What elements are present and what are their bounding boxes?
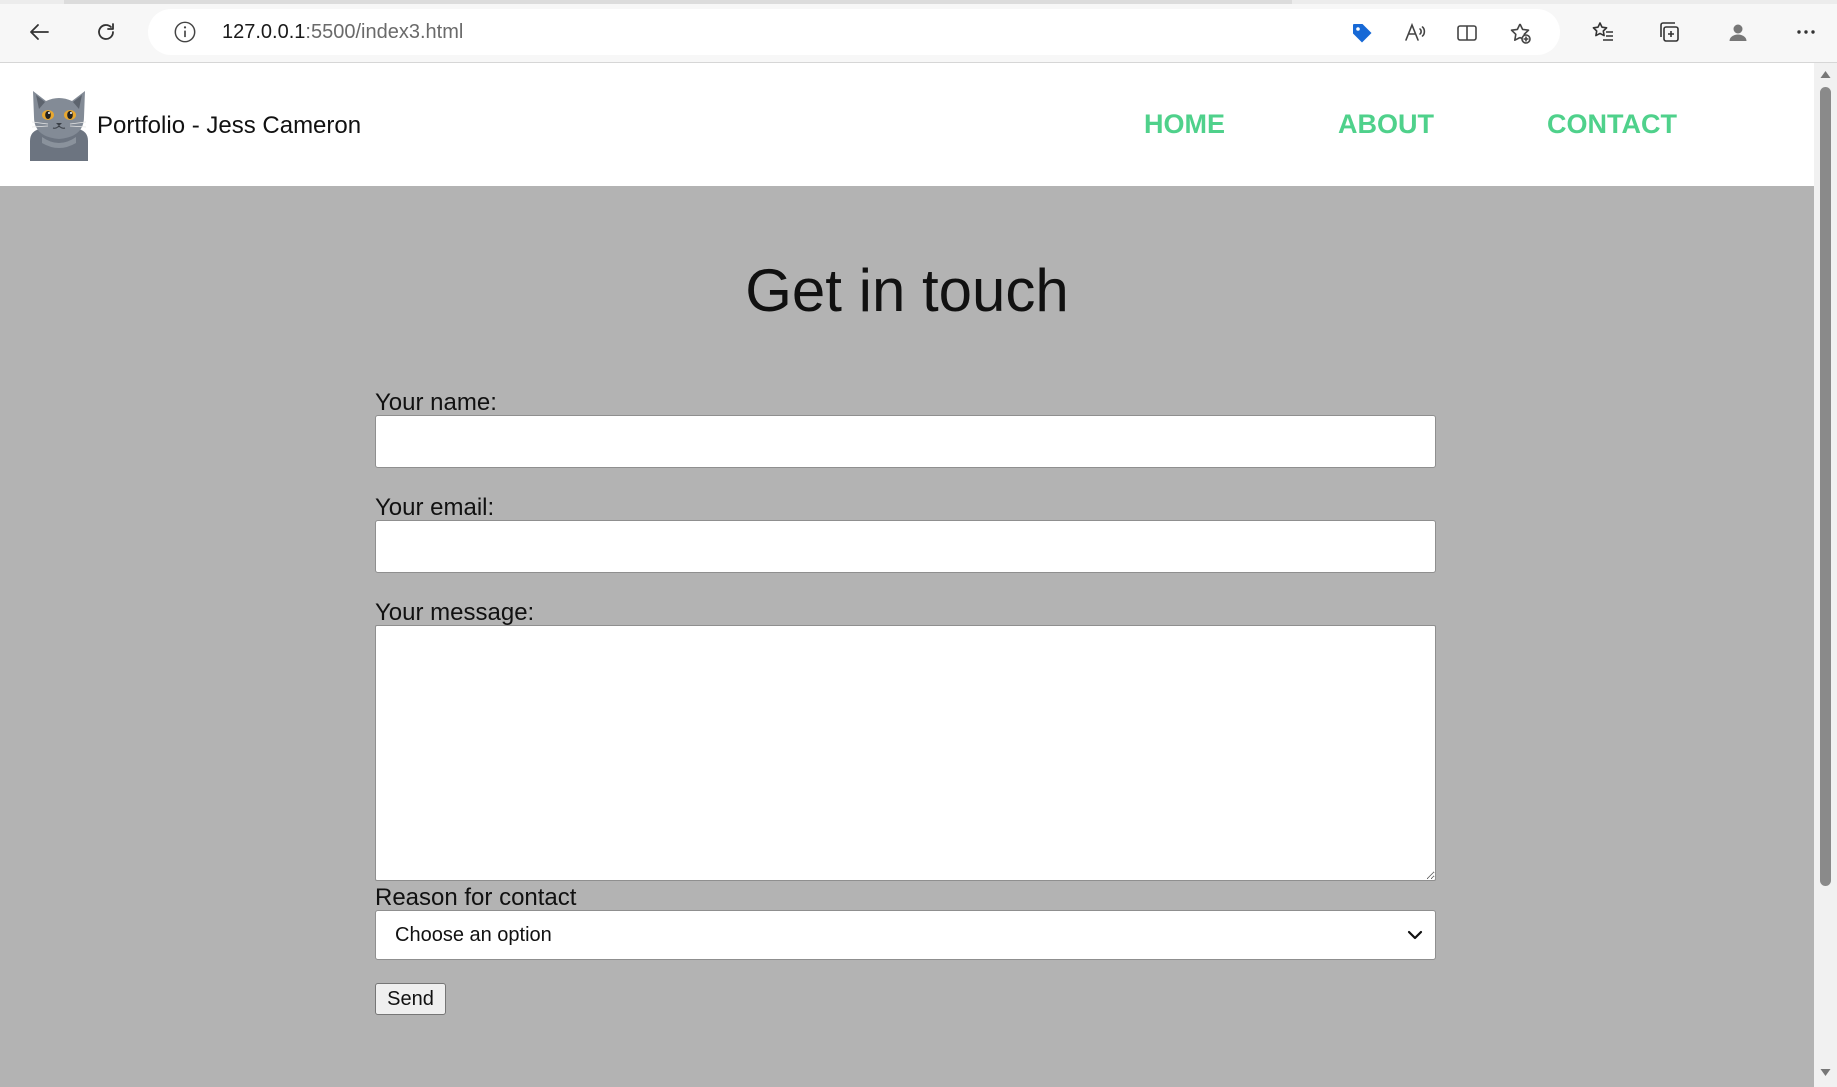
scroll-up-arrow-icon[interactable] [1819,68,1832,81]
back-icon[interactable] [20,12,60,52]
send-button[interactable]: Send [375,983,446,1015]
nav-home-link[interactable]: HOME [1144,109,1225,140]
site-header: Portfolio - Jess Cameron HOME ABOUT CONT… [0,63,1814,186]
page-scrollbar[interactable] [1814,63,1837,1087]
scroll-down-arrow-icon[interactable] [1819,1066,1832,1079]
url-host: 127.0.0.1 [222,21,306,43]
nav-about-link[interactable]: ABOUT [1338,109,1434,140]
message-textarea[interactable] [375,625,1436,881]
message-label: Your message: [375,599,535,626]
site-title: Portfolio - Jess Cameron [97,112,362,139]
active-tab-edge[interactable] [64,0,1292,4]
url-text[interactable]: 127.0.0.1:5500/index3.html [222,21,463,44]
profile-icon[interactable] [1718,12,1758,52]
name-input[interactable] [375,415,1436,468]
split-screen-icon[interactable] [1453,19,1481,47]
site-info-icon[interactable] [172,19,198,45]
reason-select[interactable]: Choose an option [375,910,1436,960]
scrollbar-thumb[interactable] [1820,87,1831,886]
tab-strip [0,0,1837,4]
nav-contact-link[interactable]: CONTACT [1547,109,1677,140]
url-path: :5500/index3.html [305,21,464,43]
email-label: Your email: [375,494,495,521]
page-viewport: Portfolio - Jess Cameron HOME ABOUT CONT… [0,63,1814,1087]
chevron-down-icon [1407,930,1423,940]
refresh-icon[interactable] [86,12,126,52]
name-label: Your name: [375,389,497,416]
reason-selected-value: Choose an option [395,923,552,946]
cat-logo-icon [28,87,90,161]
add-favorite-icon[interactable] [1506,19,1534,47]
read-aloud-icon[interactable] [1401,19,1429,47]
browser-toolbar: 127.0.0.1:5500/index3.html [0,0,1837,63]
favorites-icon[interactable] [1583,12,1623,52]
page-title: Get in touch [745,257,1069,324]
address-bar[interactable]: 127.0.0.1:5500/index3.html [148,9,1560,55]
more-options-icon[interactable] [1786,12,1826,52]
email-input[interactable] [375,520,1436,573]
reason-label: Reason for contact [375,884,577,911]
price-tag-icon[interactable] [1348,19,1376,47]
collections-icon[interactable] [1649,12,1689,52]
